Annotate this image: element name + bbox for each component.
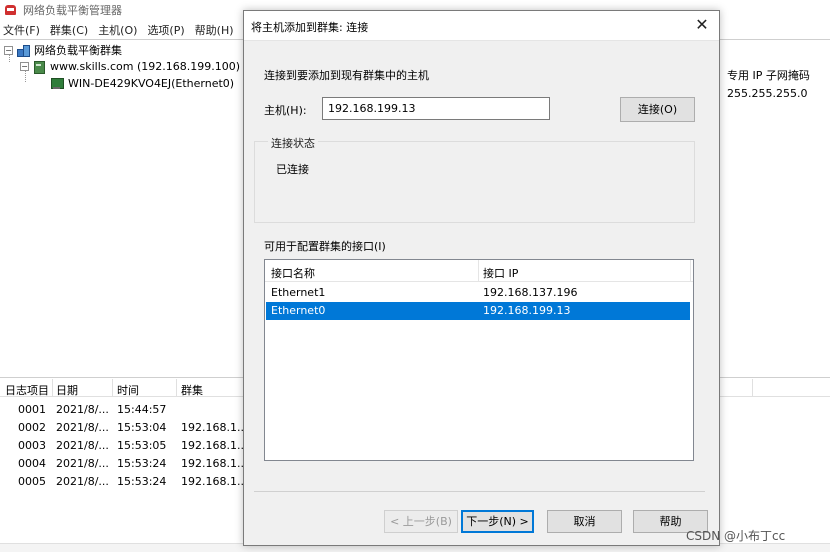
log-entry-id: 0005 — [18, 475, 46, 488]
tree-item-root[interactable]: − 网络负载平衡群集 — [4, 42, 122, 58]
collapse-icon[interactable]: − — [4, 45, 13, 55]
col-interface-name[interactable]: 接口名称 — [271, 265, 315, 281]
log-entry-id: 0002 — [18, 421, 46, 434]
dialog-button-divider — [254, 491, 705, 492]
interface-row[interactable]: Ethernet1 192.168.137.196 — [266, 284, 690, 302]
log-date: 2021/8/... — [56, 421, 109, 434]
log-col-date[interactable]: 日期 — [56, 382, 78, 398]
log-date: 2021/8/... — [56, 403, 109, 416]
cluster-tree: − 网络负载平衡群集 − www.skills.com (192.168.199… — [0, 41, 243, 377]
host-computer-icon — [50, 77, 64, 90]
log-row[interactable]: 0005 2021/8/... 15:53:24 192.168.1... — [0, 473, 247, 491]
dedicated-ip-mask-header: 专用 IP 子网掩码 — [727, 69, 810, 82]
interfaces-list-header: 接口名称 接口 IP — [265, 260, 693, 282]
cancel-button[interactable]: 取消 — [547, 510, 622, 533]
log-time: 15:53:04 — [117, 421, 167, 434]
log-time: 15:53:24 — [117, 475, 167, 488]
interface-ip: 192.168.199.13 — [483, 304, 571, 317]
host-input[interactable]: 192.168.199.13 — [322, 97, 550, 120]
menu-file[interactable]: 文件(F) — [3, 22, 40, 38]
interface-row-selected[interactable]: Ethernet0 192.168.199.13 — [266, 302, 690, 320]
menu-host[interactable]: 主机(O) — [98, 22, 137, 38]
collapse-icon[interactable]: − — [20, 61, 29, 71]
dialog-title: 将主机添加到群集: 连接 — [251, 21, 369, 34]
tree-root-label: 网络负载平衡群集 — [34, 44, 122, 57]
log-col-resizer[interactable] — [52, 379, 53, 396]
tree-item-cluster[interactable]: − www.skills.com (192.168.199.100) — [20, 58, 240, 74]
add-host-dialog: 将主机添加到群集: 连接 ✕ 连接到要添加到现有群集中的主机 主机(H): 19… — [243, 10, 720, 546]
log-cluster: 192.168.1... — [181, 439, 248, 452]
tree-cluster-label: www.skills.com (192.168.199.100) — [50, 59, 241, 73]
dedicated-ip-mask-value: 255.255.255.0 — [727, 87, 808, 100]
cluster-server-icon — [32, 60, 46, 74]
main-window-title-text: 网络负载平衡管理器 — [23, 4, 122, 17]
connect-instruction: 连接到要添加到现有群集中的主机 — [264, 69, 429, 82]
dialog-title-divider — [244, 40, 719, 41]
log-entry-id: 0003 — [18, 439, 46, 452]
dialog-titlebar[interactable]: 将主机添加到群集: 连接 ✕ — [244, 11, 719, 40]
next-button[interactable]: 下一步(N) > — [461, 510, 534, 533]
connection-status-label: 连接状态 — [268, 135, 318, 151]
log-col-cluster[interactable]: 群集 — [181, 382, 203, 398]
log-row[interactable]: 0004 2021/8/... 15:53:24 192.168.1... — [0, 455, 247, 473]
log-date: 2021/8/... — [56, 439, 109, 452]
menubar: 文件(F) 群集(C) 主机(O) 选项(P) 帮助(H) — [0, 21, 244, 39]
watermark: CSDN @小布丁cc — [686, 529, 786, 543]
tree-host-label: WIN-DE429KVO4EJ(Ethernet0) — [68, 76, 235, 90]
log-col-resizer[interactable] — [112, 379, 113, 396]
log-entry-id: 0001 — [18, 403, 46, 416]
log-date: 2021/8/... — [56, 475, 109, 488]
interface-ip: 192.168.137.196 — [483, 286, 578, 299]
log-time: 15:53:05 — [117, 439, 167, 452]
log-date: 2021/8/... — [56, 457, 109, 470]
log-col-resizer[interactable] — [752, 379, 753, 396]
interface-name: Ethernet0 — [271, 304, 326, 317]
log-col-resizer[interactable] — [176, 379, 177, 396]
col-resizer[interactable] — [478, 260, 479, 281]
log-col-time[interactable]: 时间 — [117, 382, 139, 398]
log-row[interactable]: 0002 2021/8/... 15:53:04 192.168.1... — [0, 419, 247, 437]
interface-name: Ethernet1 — [271, 286, 326, 299]
close-icon[interactable]: ✕ — [685, 11, 719, 40]
interfaces-label: 可用于配置群集的接口(I) — [264, 240, 386, 253]
log-cluster: 192.168.1... — [181, 421, 248, 434]
log-col-entry[interactable]: 日志项目 — [5, 382, 49, 398]
menu-help[interactable]: 帮助(H) — [195, 22, 234, 38]
connect-button[interactable]: 连接(O) — [620, 97, 695, 122]
back-button[interactable]: < 上一步(B) — [384, 510, 458, 533]
log-cluster: 192.168.1... — [181, 475, 248, 488]
connection-status-group — [254, 141, 695, 223]
log-time: 15:44:57 — [117, 403, 167, 416]
tree-item-host[interactable]: WIN-DE429KVO4EJ(Ethernet0) — [50, 75, 234, 91]
interfaces-list[interactable]: 接口名称 接口 IP Ethernet1 192.168.137.196 Eth… — [264, 259, 694, 461]
log-row[interactable]: 0003 2021/8/... 15:53:05 192.168.1... — [0, 437, 247, 455]
menu-cluster[interactable]: 群集(C) — [50, 22, 88, 38]
col-interface-ip[interactable]: 接口 IP — [483, 265, 518, 281]
log-cluster: 192.168.1... — [181, 457, 248, 470]
connection-status-text: 已连接 — [276, 163, 309, 176]
nlb-app-icon — [4, 3, 18, 17]
nlb-clusters-icon — [16, 44, 30, 57]
col-resizer[interactable] — [690, 260, 691, 281]
log-row[interactable]: 0001 2021/8/... 15:44:57 — [0, 401, 243, 419]
host-label: 主机(H): — [264, 104, 307, 117]
log-entry-id: 0004 — [18, 457, 46, 470]
menu-options[interactable]: 选项(P) — [147, 22, 184, 38]
log-time: 15:53:24 — [117, 457, 167, 470]
